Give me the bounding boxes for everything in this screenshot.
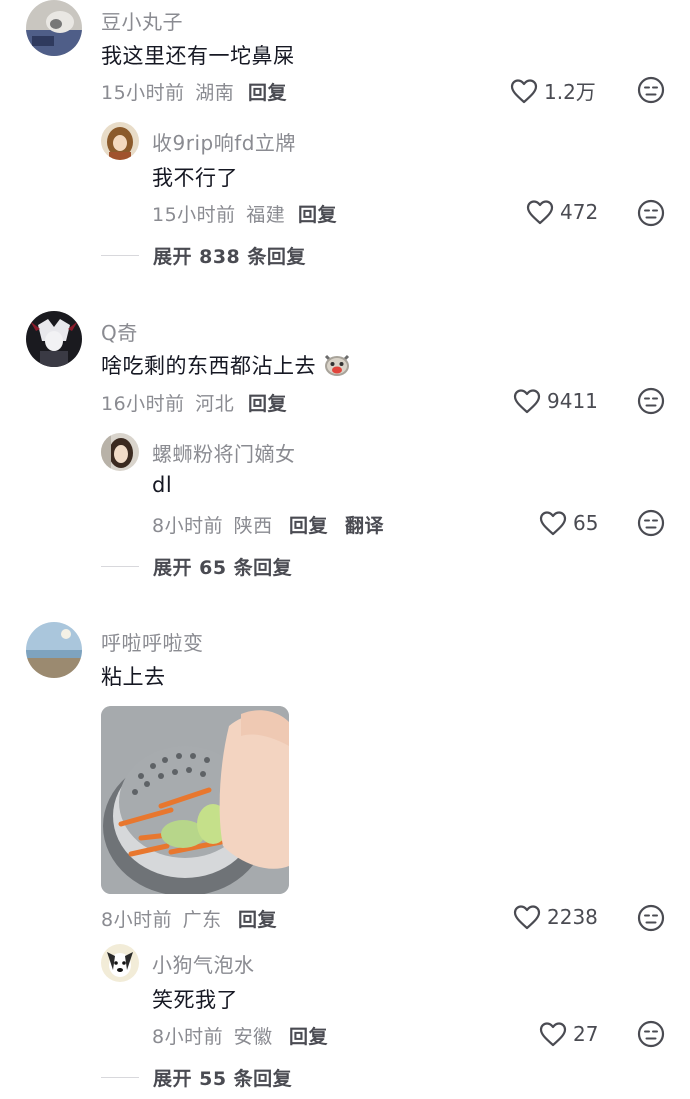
- comment-username[interactable]: 豆小丸子: [101, 6, 183, 35]
- dark-anime-avatar[interactable]: [26, 311, 82, 367]
- like-button[interactable]: 9411: [513, 388, 598, 414]
- like-count: 27: [573, 1022, 599, 1046]
- comment-text: 啥吃剩的东西都沾上去: [101, 350, 351, 380]
- meh-face-icon[interactable]: [637, 199, 665, 227]
- crying-cat-emoji: [325, 354, 350, 376]
- reply-username[interactable]: 收9rip响fd立牌: [152, 127, 296, 156]
- like-count: 9411: [547, 389, 598, 413]
- reply-text: 我不行了: [152, 166, 238, 190]
- comment-location: 湖南: [195, 82, 235, 104]
- comment-username[interactable]: Q奇: [101, 317, 138, 346]
- reply-meta: 15小时前 福建: [152, 200, 285, 227]
- expand-replies-button[interactable]: 展开 55 条回复: [101, 1064, 292, 1091]
- reply-button[interactable]: 回复: [248, 78, 287, 105]
- translate-button[interactable]: 翻译: [345, 511, 384, 538]
- reply-button[interactable]: 回复: [289, 1022, 328, 1049]
- meh-face-icon[interactable]: [637, 509, 665, 537]
- meh-face-icon[interactable]: [637, 904, 665, 932]
- heart-icon: [539, 510, 567, 536]
- reply-location: 陕西: [233, 515, 273, 537]
- comment-text: 粘上去: [101, 665, 166, 689]
- reply-text: dl: [152, 473, 173, 497]
- like-button[interactable]: 65: [539, 510, 598, 536]
- reply-button[interactable]: 回复: [298, 200, 337, 227]
- expand-replies-label: 展开 65 条回复: [153, 557, 293, 579]
- comment-text-content: 啥吃剩的东西都沾上去: [101, 354, 316, 378]
- reply-meta: 8小时前 安徽: [152, 1022, 273, 1049]
- comment-meta: 8小时前 广东: [101, 905, 222, 932]
- reply-time: 15小时前: [152, 204, 236, 226]
- like-button[interactable]: 472: [526, 199, 598, 225]
- comment-meta: 15小时前 湖南: [101, 78, 234, 105]
- reply-location: 安徽: [233, 1026, 273, 1048]
- heart-icon: [526, 199, 554, 225]
- expand-replies-label: 展开 55 条回复: [153, 1068, 293, 1090]
- comment-location: 广东: [182, 909, 222, 931]
- reply-button[interactable]: 回复: [248, 389, 287, 416]
- like-count: 1.2万: [544, 80, 596, 104]
- heart-icon: [513, 904, 541, 930]
- anime-character-avatar[interactable]: [101, 122, 139, 160]
- like-count: 65: [573, 511, 599, 535]
- beach-photo-avatar[interactable]: [26, 622, 82, 678]
- meh-face-icon[interactable]: [637, 1020, 665, 1048]
- comment-username[interactable]: 呼啦呼啦变: [101, 627, 204, 656]
- girl-photo-avatar[interactable]: [101, 433, 139, 471]
- expand-replies-button[interactable]: 展开 65 条回复: [101, 553, 292, 580]
- meh-face-icon[interactable]: [637, 76, 665, 104]
- reply-meta: 8小时前 陕西: [152, 511, 273, 538]
- comment-meta: 16小时前 河北: [101, 389, 234, 416]
- comment-time: 16小时前: [101, 393, 185, 415]
- reply-location: 福建: [246, 204, 286, 226]
- reply-username[interactable]: 小狗气泡水: [152, 949, 255, 978]
- reply-text: 笑死我了: [152, 988, 238, 1012]
- heart-icon: [539, 1021, 567, 1047]
- reply-username[interactable]: 螺蛳粉将门嫡女: [152, 438, 296, 467]
- expand-replies-button[interactable]: 展开 838 条回复: [101, 242, 306, 269]
- like-button[interactable]: 1.2万: [510, 76, 596, 105]
- reply-time: 8小时前: [152, 1026, 224, 1048]
- comment-text: 我这里还有一坨鼻屎: [101, 44, 295, 68]
- divider-line: [101, 255, 139, 256]
- puppy-avatar[interactable]: [101, 944, 139, 982]
- like-count: 472: [560, 200, 599, 224]
- reply-button[interactable]: 回复: [238, 905, 277, 932]
- comment-time: 15小时前: [101, 82, 185, 104]
- comment-location: 河北: [195, 393, 235, 415]
- heart-icon: [510, 78, 538, 104]
- sink-strainer-photo[interactable]: [101, 706, 289, 894]
- comment-time: 8小时前: [101, 909, 173, 931]
- reply-button[interactable]: 回复: [289, 511, 328, 538]
- heart-icon: [513, 388, 541, 414]
- like-button[interactable]: 2238: [513, 904, 598, 930]
- divider-line: [101, 566, 139, 567]
- meh-face-icon[interactable]: [637, 387, 665, 415]
- like-button[interactable]: 27: [539, 1021, 598, 1047]
- expand-replies-label: 展开 838 条回复: [153, 246, 306, 268]
- like-count: 2238: [547, 905, 598, 929]
- cat-photo-avatar[interactable]: [26, 0, 82, 56]
- reply-time: 8小时前: [152, 515, 224, 537]
- divider-line: [101, 1077, 139, 1078]
